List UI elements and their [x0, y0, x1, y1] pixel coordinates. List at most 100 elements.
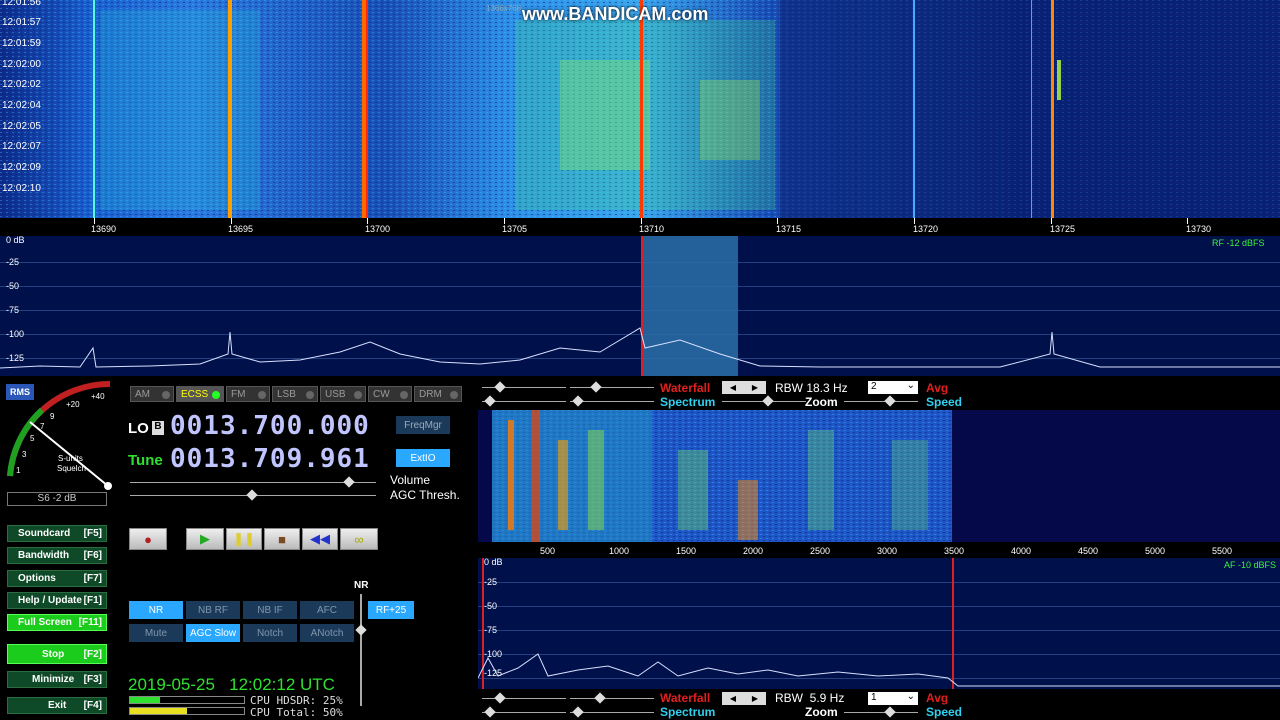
axis-label: 13690 — [91, 224, 117, 234]
minimize-button[interactable]: Minimize [F3] — [7, 671, 107, 688]
nr-slider-label: NR — [354, 580, 369, 591]
timestamp: 12:02:07 — [2, 141, 41, 152]
stop-button[interactable]: Stop [F2] — [7, 644, 107, 664]
frequency-axis[interactable]: 13690 13695 13700 13705 13710 13715 1372… — [0, 218, 1280, 236]
af-spectrum[interactable]: 0 dB -25 -50 -75 -100 -125 AF -10 dBFS — [478, 557, 1280, 690]
mode-ecss[interactable]: ECSS — [176, 386, 224, 402]
button-label: Options — [18, 573, 56, 584]
pause-button[interactable]: ❚❚ — [226, 528, 262, 550]
rf-waterfall[interactable]: 12:01:56 12:01:57 12:01:59 12:02:00 12:0… — [0, 0, 1280, 218]
axis-label: 13715 — [776, 224, 802, 234]
timestamp: 12:01:59 — [2, 38, 41, 49]
tune-frequency[interactable]: 0013.709.961 — [170, 444, 370, 474]
tune-label: Tune — [128, 452, 163, 469]
nr-slider-track[interactable] — [360, 594, 362, 706]
spec-brightness-thumb[interactable] — [572, 395, 584, 407]
af-spec-contrast-thumb[interactable] — [484, 706, 496, 718]
lo-bank-badge[interactable]: B — [152, 421, 164, 435]
axis-label: 4000 — [1011, 546, 1032, 556]
axis-label: 5500 — [1212, 546, 1233, 556]
loop-button[interactable]: ∞ — [340, 528, 378, 550]
agc-label: AGC Thresh. — [390, 488, 460, 502]
volume-slider-thumb[interactable] — [343, 476, 355, 488]
rewind-button[interactable]: ◀◀ — [302, 528, 338, 550]
axis-label: 13710 — [639, 224, 665, 234]
af-speed-thumb[interactable] — [884, 706, 896, 718]
rf-level: RF -12 dBFS — [1212, 238, 1265, 248]
wf-brightness-thumb[interactable] — [590, 381, 602, 393]
stop-playback-button[interactable]: ■ — [264, 528, 300, 550]
nb-rf-button[interactable]: NB RF — [186, 601, 240, 619]
speed-label: Speed — [926, 705, 963, 719]
cpu-hdsdr-bar — [129, 696, 245, 704]
agc-slider-thumb[interactable] — [246, 489, 258, 501]
hotkey: [F7] — [83, 573, 102, 584]
soundcard-button[interactable]: Soundcard [F5] — [7, 525, 107, 542]
af-level: AF -10 dBFS — [1224, 560, 1277, 570]
zoom-left-thumb[interactable] — [762, 395, 774, 407]
notch-button[interactable]: Notch — [243, 624, 297, 642]
axis-label: 13695 — [228, 224, 254, 234]
waterfall-label: Waterfall — [660, 691, 711, 705]
avg-select[interactable]: 2 ⌄ — [868, 380, 918, 394]
chevron-right-icon[interactable]: ▶ — [752, 383, 758, 392]
axis-label: 1500 — [676, 546, 697, 556]
exit-button[interactable]: Exit [F4] — [7, 697, 107, 714]
mode-am[interactable]: AM — [130, 386, 174, 402]
smeter-scale: 1 — [16, 466, 21, 475]
button-label: Minimize — [32, 674, 75, 685]
af-waterfall-texture — [492, 410, 952, 542]
af-display-controls: Waterfall Spectrum ◀ ▶ RBW 5.9 Hz Zoom 1 ⌄… — [478, 689, 1280, 720]
wf-contrast-thumb[interactable] — [494, 381, 506, 393]
mode-usb[interactable]: USB — [320, 386, 366, 402]
rbw-stepper[interactable]: ◀ ▶ — [722, 381, 766, 394]
af-frequency-axis[interactable]: 500 1000 1500 2000 2500 3000 3500 4000 4… — [478, 542, 1280, 558]
extio-button[interactable]: ExtIO — [396, 449, 450, 467]
freqmgr-button[interactable]: FreqMgr — [396, 416, 450, 434]
af-avg-select[interactable]: 1 ⌄ — [868, 691, 918, 705]
speed-thumb[interactable] — [884, 395, 896, 407]
mode-fm[interactable]: FM — [226, 386, 270, 402]
mute-button[interactable]: Mute — [129, 624, 183, 642]
mode-label: LSB — [277, 388, 296, 400]
af-rbw-stepper[interactable]: ◀ ▶ — [722, 692, 766, 705]
bandwidth-button[interactable]: Bandwidth [F6] — [7, 547, 107, 564]
af-spec-brightness-thumb[interactable] — [572, 706, 584, 718]
spectrum-trace — [0, 327, 1280, 369]
rf25-button[interactable]: RF+25 — [368, 601, 414, 619]
agc-slow-button[interactable]: AGC Slow — [186, 624, 240, 642]
anotch-button[interactable]: ANotch — [300, 624, 354, 642]
record-button[interactable]: ● — [129, 528, 167, 550]
af-waterfall[interactable] — [478, 410, 1280, 542]
af-wf-brightness-thumb[interactable] — [594, 692, 606, 704]
afc-button[interactable]: AFC — [300, 601, 354, 619]
chevron-left-icon[interactable]: ◀ — [730, 694, 736, 703]
axis-label: 500 — [540, 546, 556, 556]
chevron-left-icon[interactable]: ◀ — [730, 383, 736, 392]
options-button[interactable]: Options [F7] — [7, 570, 107, 587]
nr-button[interactable]: NR — [129, 601, 183, 619]
rf-display-controls: Waterfall Spectrum ◀ ▶ RBW 18.3 Hz Zoom 2… — [478, 378, 1280, 410]
help-update-button[interactable]: Help / Update [F1] — [7, 592, 107, 609]
chevron-right-icon[interactable]: ▶ — [752, 694, 758, 703]
timestamp: 12:01:57 — [2, 17, 41, 28]
timestamp: 12:02:04 — [2, 100, 41, 111]
smeter-scale: 7 — [40, 422, 45, 431]
mode-lsb[interactable]: LSB — [272, 386, 318, 402]
timestamp: 12:02:09 — [2, 162, 41, 173]
mode-label: DRM — [419, 388, 442, 400]
spec-contrast-thumb[interactable] — [484, 395, 496, 407]
spectrum-label: Spectrum — [660, 705, 716, 719]
rf-spectrum[interactable]: 0 dB -25 -50 -75 -100 -125 RF -12 dBFS — [0, 235, 1280, 376]
full-screen-button[interactable]: Full Screen [F11] — [7, 614, 107, 631]
play-button[interactable]: ▶ — [186, 528, 224, 550]
nr-slider-thumb[interactable] — [355, 624, 367, 636]
nb-if-button[interactable]: NB IF — [243, 601, 297, 619]
volume-slider-track[interactable] — [130, 482, 376, 483]
mode-drm[interactable]: DRM — [414, 386, 462, 402]
mode-label: ECSS — [181, 388, 209, 400]
lo-frequency[interactable]: 0013.700.000 — [170, 411, 370, 441]
mode-cw[interactable]: CW — [368, 386, 412, 402]
avg-label: Avg — [926, 691, 949, 705]
af-wf-contrast-thumb[interactable] — [494, 692, 506, 704]
